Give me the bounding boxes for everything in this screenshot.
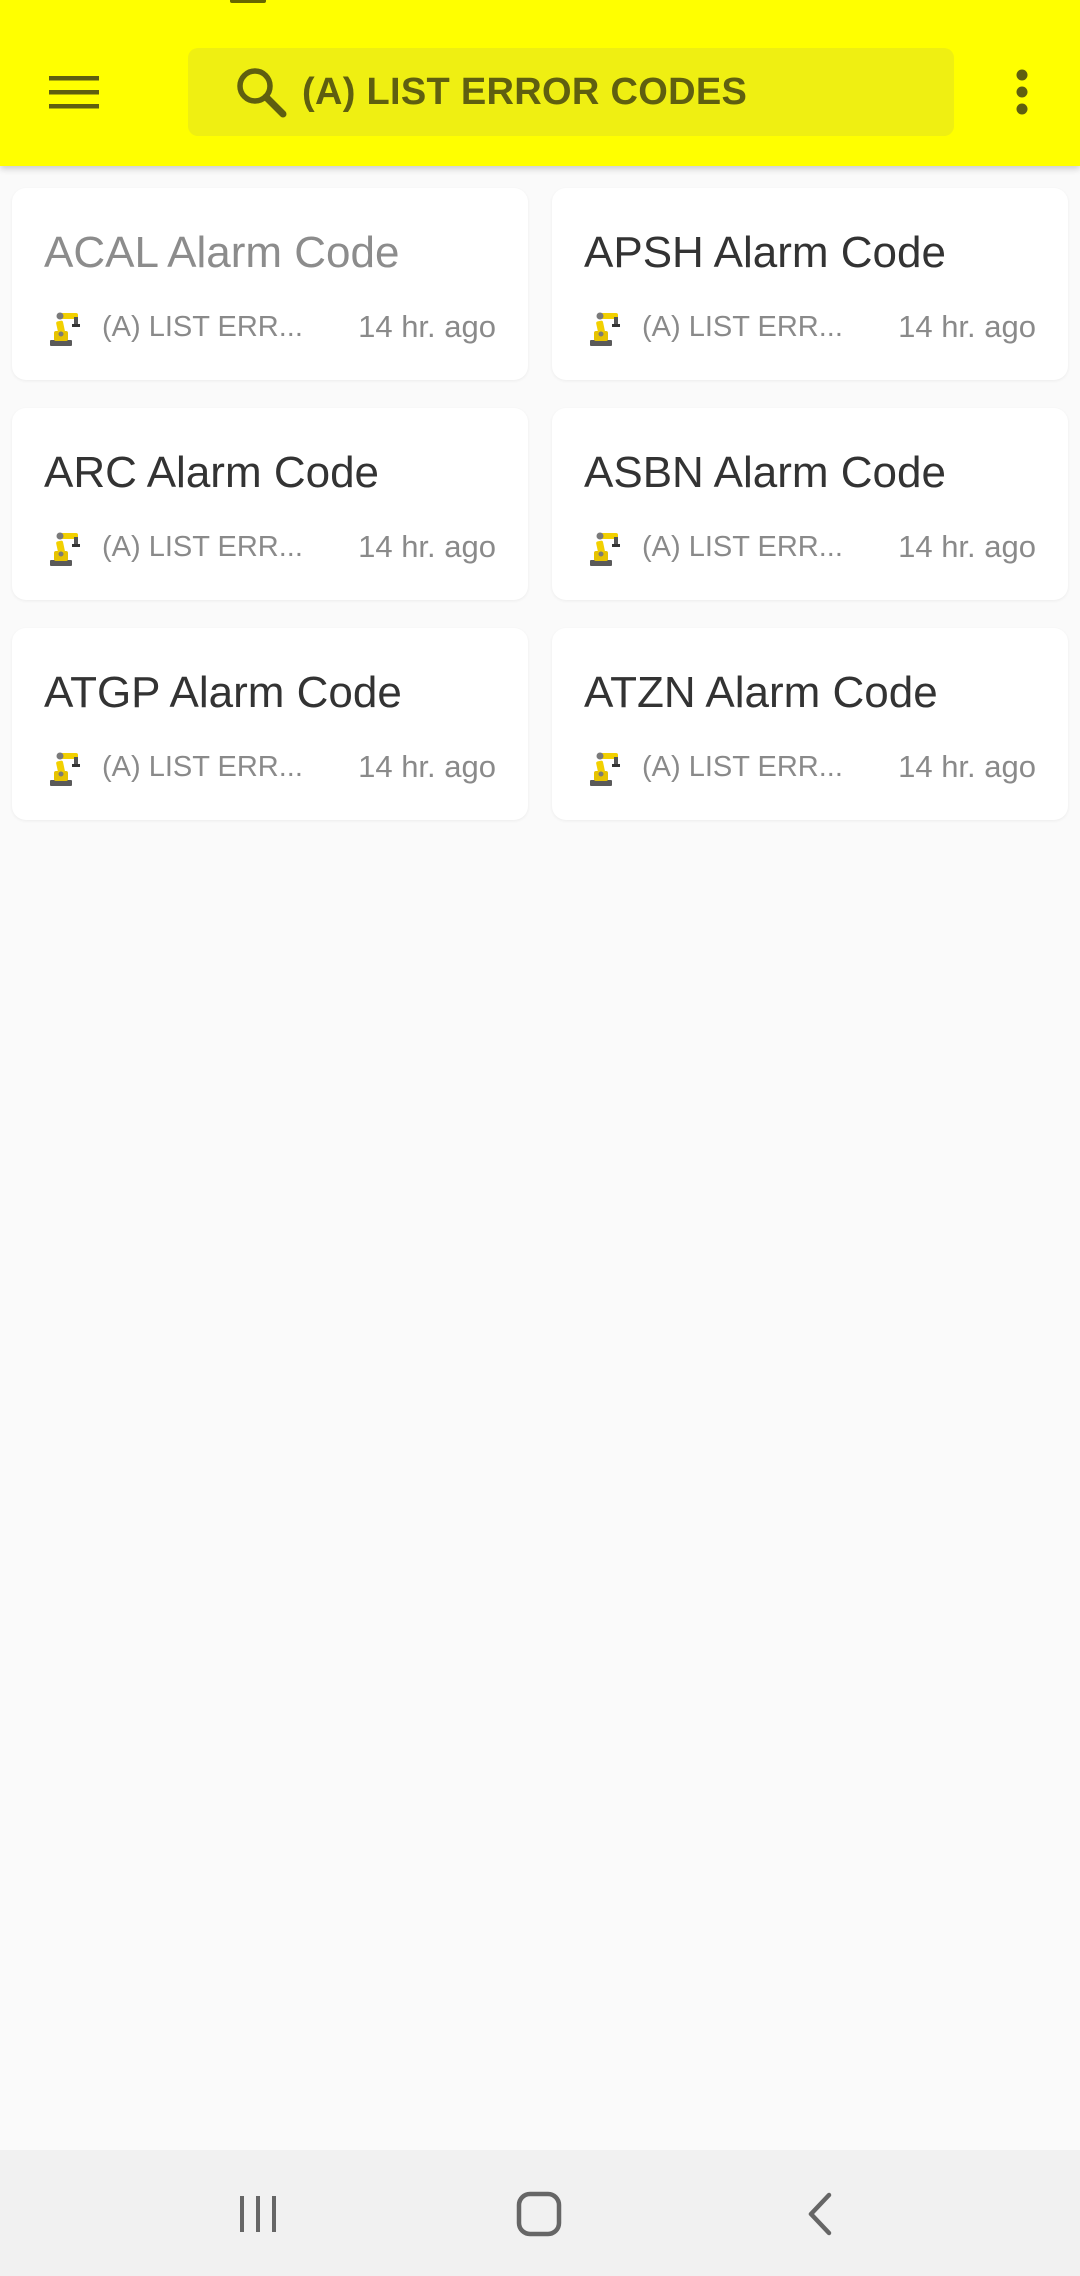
alarm-card-time: 14 hr. ago bbox=[898, 309, 1036, 344]
hamburger-menu-icon bbox=[49, 76, 99, 109]
alarm-card[interactable]: ATGP Alarm Code (A) LIST ERR... 14 hr. a… bbox=[12, 628, 528, 820]
alarm-card-title: ATGP Alarm Code bbox=[44, 668, 402, 717]
status-bar-indicator bbox=[230, 0, 266, 3]
alarm-card-time: 14 hr. ago bbox=[358, 529, 496, 564]
overflow-menu-button[interactable] bbox=[990, 56, 1054, 128]
industrial-robot-icon bbox=[44, 307, 84, 347]
back-button[interactable] bbox=[760, 2178, 880, 2250]
alarm-card-meta: (A) LIST ERR... 14 hr. ago bbox=[44, 306, 496, 348]
alarm-card-time: 14 hr. ago bbox=[898, 529, 1036, 564]
alarm-card-meta: (A) LIST ERR... 14 hr. ago bbox=[584, 526, 1036, 568]
industrial-robot-icon bbox=[584, 307, 624, 347]
alarm-card-meta: (A) LIST ERR... 14 hr. ago bbox=[584, 746, 1036, 788]
back-icon bbox=[808, 2192, 832, 2236]
industrial-robot-icon bbox=[584, 527, 624, 567]
navigation-menu-button[interactable] bbox=[32, 56, 116, 128]
alarm-card-title: ARC Alarm Code bbox=[44, 448, 380, 497]
alarm-card-source: (A) LIST ERR... bbox=[642, 310, 843, 343]
alarm-card-source: (A) LIST ERR... bbox=[102, 530, 303, 563]
app-bar: (A) LIST ERROR CODES bbox=[0, 0, 1080, 166]
alarm-card[interactable]: APSH Alarm Code (A) LIST ERR... 14 hr. a… bbox=[552, 188, 1068, 380]
more-vert-icon bbox=[1016, 69, 1028, 115]
search-query-text: (A) LIST ERROR CODES bbox=[302, 70, 748, 113]
alarm-card[interactable]: ACAL Alarm Code (A) LIST ERR... 14 hr. a… bbox=[12, 188, 528, 380]
system-navigation-bar bbox=[0, 2150, 1080, 2276]
recents-icon bbox=[240, 2196, 276, 2232]
industrial-robot-icon bbox=[44, 527, 84, 567]
alarm-card[interactable]: ASBN Alarm Code (A) LIST ERR... 14 hr. a… bbox=[552, 408, 1068, 600]
home-icon bbox=[516, 2191, 562, 2237]
alarm-card-source: (A) LIST ERR... bbox=[102, 310, 303, 343]
alarm-card[interactable]: ATZN Alarm Code (A) LIST ERR... 14 hr. a… bbox=[552, 628, 1068, 820]
industrial-robot-icon bbox=[584, 747, 624, 787]
app-screen: (A) LIST ERROR CODES ACAL Alarm Code (A)… bbox=[0, 0, 1080, 2276]
home-button[interactable] bbox=[479, 2178, 599, 2250]
search-icon bbox=[234, 65, 288, 119]
alarm-card-meta: (A) LIST ERR... 14 hr. ago bbox=[44, 526, 496, 568]
alarm-card-meta: (A) LIST ERR... 14 hr. ago bbox=[584, 306, 1036, 348]
alarm-card-source: (A) LIST ERR... bbox=[642, 530, 843, 563]
alarm-card-time: 14 hr. ago bbox=[898, 749, 1036, 784]
alarm-card[interactable]: ARC Alarm Code (A) LIST ERR... 14 hr. ag… bbox=[12, 408, 528, 600]
alarm-card-time: 14 hr. ago bbox=[358, 749, 496, 784]
industrial-robot-icon bbox=[44, 747, 84, 787]
alarm-card-title: ASBN Alarm Code bbox=[584, 448, 946, 497]
alarm-card-meta: (A) LIST ERR... 14 hr. ago bbox=[44, 746, 496, 788]
alarm-code-grid: ACAL Alarm Code (A) LIST ERR... 14 hr. a… bbox=[12, 188, 1068, 820]
alarm-card-title: ACAL Alarm Code bbox=[44, 228, 400, 277]
search-input[interactable]: (A) LIST ERROR CODES bbox=[188, 48, 954, 136]
alarm-card-title: ATZN Alarm Code bbox=[584, 668, 938, 717]
alarm-card-source: (A) LIST ERR... bbox=[102, 750, 303, 783]
alarm-card-time: 14 hr. ago bbox=[358, 309, 496, 344]
alarm-card-title: APSH Alarm Code bbox=[584, 228, 946, 277]
alarm-card-source: (A) LIST ERR... bbox=[642, 750, 843, 783]
recents-button[interactable] bbox=[198, 2178, 318, 2250]
